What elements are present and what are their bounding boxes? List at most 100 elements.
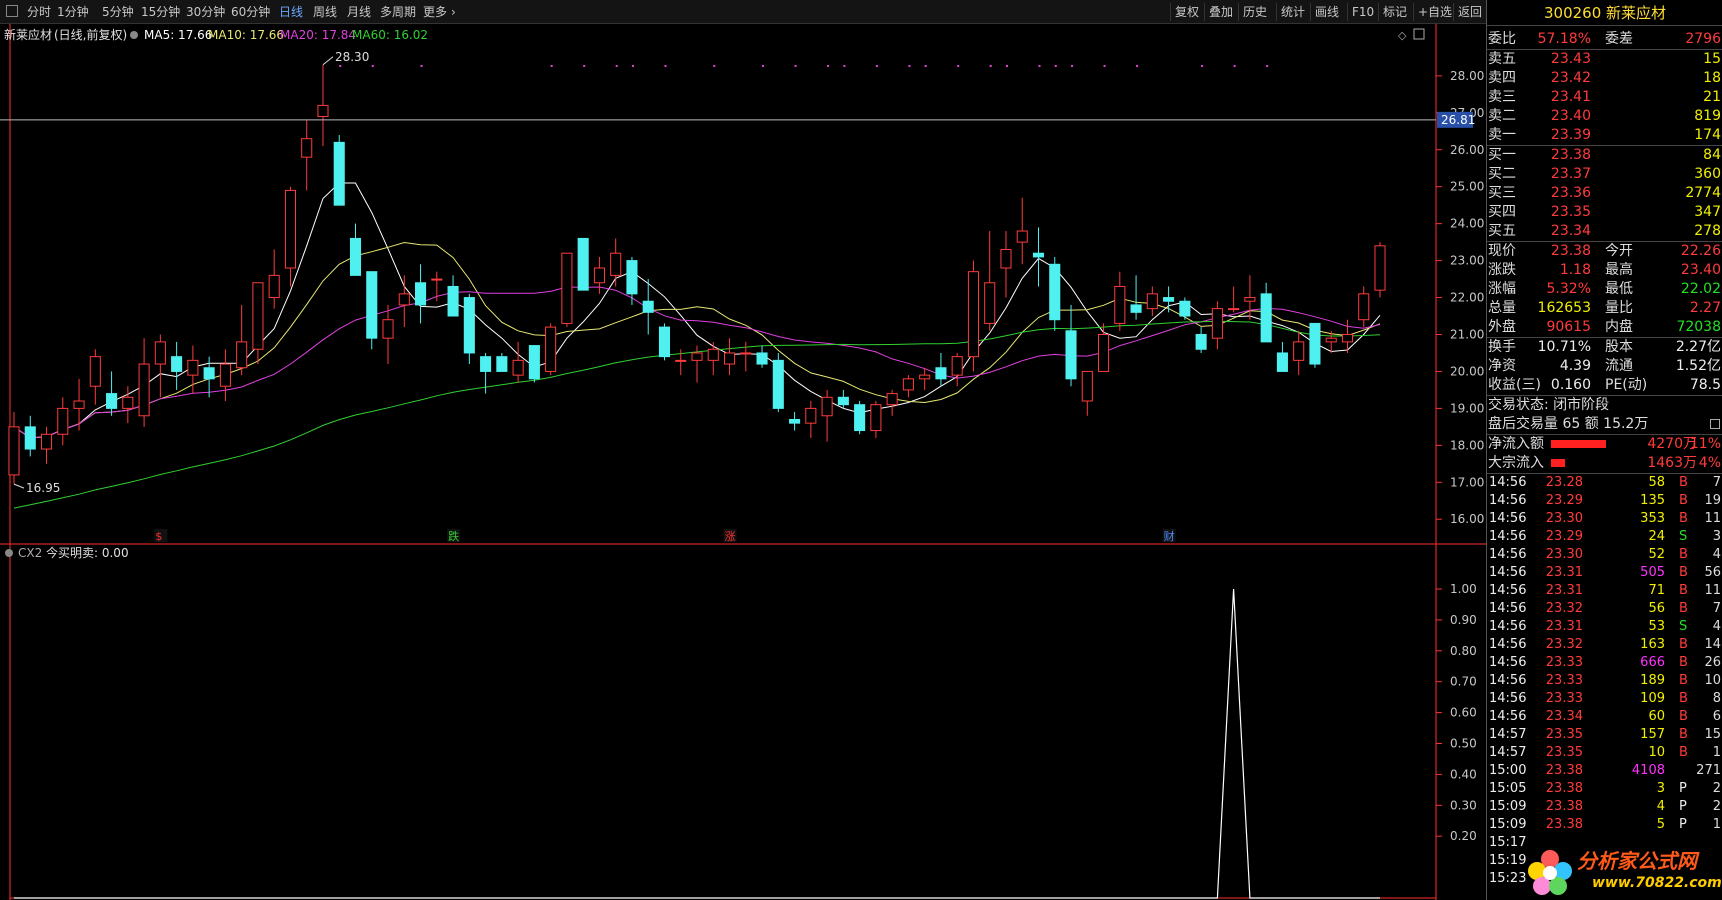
candle-body [349,237,362,276]
fundamental-row: 净资 4.39 流通 1.52亿 [1487,357,1722,376]
ask-price: 23.42 [1550,70,1591,86]
tick-count: 19 [1704,493,1721,508]
stat-value: 5.32% [1546,281,1591,297]
tick-time: 14:57 [1489,727,1527,742]
tick-direction: S [1679,619,1688,634]
high-pointer-line [322,56,334,66]
back-button[interactable]: 返回 [1453,3,1486,21]
tick-time: 15:23 [1489,871,1527,886]
tick-price: 23.31 [1545,619,1583,634]
mark-button[interactable]: 标记 [1378,3,1411,21]
tick-time: 14:56 [1489,637,1527,652]
capital-flow-row: 净流入额 4270万 11% [1487,435,1722,454]
cx2-settings-icon[interactable] [5,549,13,557]
tick-price: 23.28 [1545,475,1583,490]
tick-volume: 56 [1648,601,1665,616]
period-tab-weekly[interactable]: 周线 [313,4,337,20]
period-tab-timeshare[interactable]: 分时 [27,4,51,20]
candle-body [886,393,898,406]
quote-stat-row: 总量 162653 量比 2.27 [1487,299,1722,318]
draw-line-button[interactable]: 画线 [1310,3,1343,21]
tick-price: 23.32 [1545,637,1583,652]
toolbar-menu-icon[interactable] [6,5,18,17]
candle-body [1114,285,1126,324]
candle-body [138,363,150,417]
tick-time: 15:09 [1489,817,1527,832]
signal-dot [1005,65,1008,67]
fundamental-label: 股本 [1605,339,1633,355]
stat-value: 23.40 [1680,262,1721,278]
f10-button[interactable]: F10 [1347,3,1378,21]
ask-level-label: 卖四 [1488,70,1516,86]
period-tab-5min[interactable]: 5分钟 [102,4,134,20]
period-tab-15min[interactable]: 15分钟 [141,4,180,20]
indicator-tick-label: 0.50 [1450,737,1477,751]
indicator-name-label: CX2 [18,546,42,560]
price-tick-label: 16.00 [1450,512,1484,526]
period-tab-daily[interactable]: 日线 [279,4,303,20]
period-tab-1min[interactable]: 1分钟 [57,4,89,20]
signal-dot [762,65,765,67]
tick-count: 14 [1704,637,1721,652]
price-tick-label: 23.00 [1450,254,1484,268]
tick-time: 14:56 [1489,493,1527,508]
tick-volume: 109 [1640,691,1665,706]
chart-settings-icon[interactable] [1413,28,1425,40]
stat-value: 2.27 [1689,300,1721,316]
overlays: 26.81 28.30 16.95 $ 跌 涨 财 [0,50,1475,543]
low-price-label: 16.95 [26,481,60,495]
fundamental-value: 10.71% [1537,339,1591,355]
tick-row: 15:09 23.38 5 P 1 [1487,816,1722,834]
watermark-logo: 分析家公式网 www.70822.com [1522,845,1722,900]
candle-body [24,426,36,450]
signal-dot [989,65,992,67]
diamond-icon[interactable]: ◇ [1398,29,1407,42]
period-tab-60min[interactable]: 60分钟 [231,4,270,20]
history-button[interactable]: 历史 [1238,3,1271,21]
signal-dot [1103,65,1106,67]
signal-dot [1038,65,1041,67]
period-tab-multi[interactable]: 多周期 [380,4,416,20]
overlay-button[interactable]: 叠加 [1204,3,1237,21]
candle-body [1081,370,1093,402]
event-marker: 涨 [725,530,736,543]
candle-body [284,189,296,269]
ask-level-row: 卖一 23.39 174 [1487,126,1722,145]
fundamental-label: PE(动) [1605,377,1648,393]
quote-stat-row: 涨跌 1.18 最高 23.40 [1487,261,1722,280]
bid-level-row: 买一 23.38 84 [1487,146,1722,165]
tick-price: 23.38 [1545,817,1583,832]
add-watchlist-button[interactable]: +自选 [1413,3,1456,21]
tick-price: 23.35 [1545,745,1583,760]
tick-count: 11 [1704,511,1721,526]
candle-body [1293,341,1305,361]
candle-body [935,367,947,380]
period-tab-more[interactable]: 更多 [423,4,447,20]
bid-volume: 347 [1694,204,1721,220]
capital-flow-label: 大宗流入 [1488,455,1544,471]
tick-direction: B [1679,583,1688,598]
event-marker: $ [155,530,162,543]
period-tab-monthly[interactable]: 月线 [347,4,371,20]
event-marker: 财 [1164,529,1175,543]
ask-volume: 15 [1703,51,1721,67]
more-chevron-icon[interactable]: › [451,4,456,20]
tick-count: 1 [1712,745,1721,760]
tick-time: 15:05 [1489,781,1527,796]
bid-volume: 84 [1703,147,1721,163]
stat-label: 最高 [1605,262,1633,278]
price-tick-label: 19.00 [1450,401,1484,415]
candle-body [1374,245,1386,291]
candle-body [967,271,979,358]
tick-count: 6 [1712,709,1721,724]
after-hours-detail-icon[interactable] [1710,419,1720,429]
after-hours-volume: 盘后交易量 65 额 15.2万 [1488,416,1649,432]
statistics-button[interactable]: 统计 [1276,3,1309,21]
tick-price: 23.29 [1545,529,1583,544]
signal-dot [1201,65,1204,67]
restore-rights-button[interactable]: 复权 [1170,3,1203,21]
period-tab-30min[interactable]: 30分钟 [186,4,225,20]
ask-price: 23.43 [1550,51,1591,67]
kline-chart[interactable]: 新莱应材 (日线,前复权) MA5: 17.66 MA10: 17.66 MA2… [0,24,1486,900]
indicator-settings-icon[interactable] [130,31,138,39]
